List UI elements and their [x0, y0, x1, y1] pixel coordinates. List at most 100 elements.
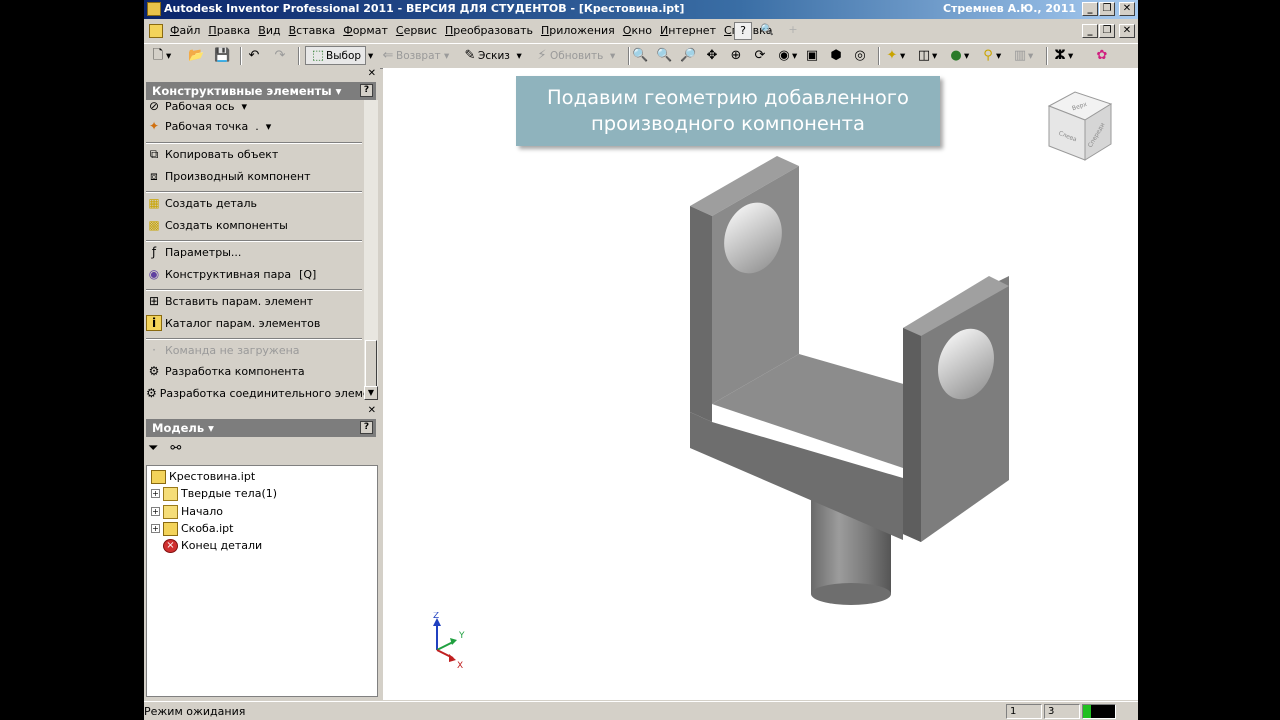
- close-window-button[interactable]: ✕: [1119, 2, 1135, 16]
- part-model[interactable]: [383, 68, 1138, 700]
- help-button[interactable]: ?: [734, 22, 752, 40]
- tree-node-1[interactable]: + Твердые тела(1): [151, 485, 277, 502]
- select-dropdown[interactable]: ▾: [368, 46, 373, 65]
- menu-item-5[interactable]: Сервис: [392, 24, 441, 37]
- menu-item-8[interactable]: Окно: [619, 24, 656, 37]
- feature-command-12[interactable]: ⚙Разработка соединительного элемента: [146, 383, 364, 400]
- open-button[interactable]: 📂: [188, 46, 204, 65]
- visual-style-icon: ✦: [886, 47, 898, 63]
- model-help-icon[interactable]: ?: [360, 421, 373, 434]
- features-panel-close-icon[interactable]: ✕: [368, 68, 376, 79]
- scroll-down-icon[interactable]: ▼: [364, 386, 378, 400]
- minimize-button[interactable]: _: [1082, 2, 1098, 16]
- feature-command-3[interactable]: ⧈ Производный компонент: [146, 166, 362, 186]
- feature-command-label: Копировать объект: [165, 147, 279, 161]
- document-icon[interactable]: [149, 24, 163, 38]
- insert-ifeature-icon: ⊞: [148, 294, 160, 308]
- visual-style-button[interactable]: ✦ ▾: [884, 46, 906, 65]
- ground-plane-button[interactable]: ⚲ ▾: [980, 46, 1001, 65]
- whats-this-icon[interactable]: 🔍: [758, 22, 776, 40]
- menu-items: Файл Правка Вид Вставка Формат Сервис Преобраз…: [166, 24, 776, 37]
- color-wheel-icon: ✿: [1096, 47, 1108, 63]
- expand-icon[interactable]: +: [151, 489, 160, 498]
- features-panel: ✕ Конструктивные элементы ▾ ? ⊘ Рабочая о…: [144, 68, 380, 402]
- redo-icon: ↷: [274, 47, 286, 63]
- filter-icon[interactable]: ⏷: [148, 441, 158, 459]
- features-scrollbar[interactable]: ▼: [364, 100, 378, 400]
- memory-indicator: [1082, 704, 1116, 719]
- feature-command-10[interactable]: · Команда не загружена: [146, 340, 362, 360]
- find-binoculars-icon[interactable]: ⚯: [170, 441, 181, 459]
- sketch-button[interactable]: ✎ Эскиз ▾: [462, 46, 522, 65]
- zoom-button[interactable]: 🔎: [680, 46, 696, 65]
- ifeature-pair-icon: ◉: [148, 267, 160, 281]
- display-style-button[interactable]: ⬢: [828, 46, 844, 65]
- zoom-selected-button[interactable]: ⊕: [728, 46, 744, 65]
- zoom-all-button[interactable]: 🔍: [632, 46, 648, 65]
- menu-item-6[interactable]: Преобразовать: [441, 24, 537, 37]
- tree-node-4[interactable]: × Конец детали: [151, 537, 262, 554]
- undo-button[interactable]: ↶: [246, 46, 262, 65]
- slice-button[interactable]: ▥ ▾: [1012, 46, 1033, 65]
- zoom-window-button[interactable]: 🔍: [656, 46, 672, 65]
- save-button[interactable]: 💾: [214, 46, 230, 65]
- new-button[interactable]: 🗋 ▾: [150, 46, 172, 65]
- orbit-button[interactable]: ⟳: [752, 46, 768, 65]
- view-face-button[interactable]: ▣: [804, 46, 820, 65]
- menu-item-1[interactable]: Правка: [204, 24, 254, 37]
- menu-item-3[interactable]: Вставка: [285, 24, 340, 37]
- feature-command-8[interactable]: ⊞ Вставить парам. элемент: [146, 291, 362, 311]
- update-button[interactable]: ⚡ Обновить ▾: [534, 46, 615, 65]
- look-at-button[interactable]: ◉ ▾: [776, 46, 797, 65]
- tree-node-3[interactable]: + Скоба.ipt: [151, 520, 233, 537]
- menu-item-7[interactable]: Приложения: [537, 24, 619, 37]
- origin-folder-icon: [163, 504, 178, 519]
- return-button[interactable]: ⇐ Возврат ▾: [380, 46, 450, 65]
- feature-command-9[interactable]: i Каталог парам. элементов: [146, 313, 362, 333]
- projection-button[interactable]: ◫ ▾: [916, 46, 937, 65]
- expand-icon[interactable]: +: [151, 524, 160, 533]
- features-help-icon[interactable]: ?: [360, 84, 373, 97]
- feature-command-0[interactable]: ⊘ Рабочая ось ▾: [146, 100, 362, 116]
- feature-dropdown-icon[interactable]: . ▾: [248, 120, 271, 133]
- lighting-button[interactable]: ● ▾: [948, 46, 969, 65]
- doc-restore-button[interactable]: ❐: [1099, 24, 1115, 38]
- doc-close-button[interactable]: ✕: [1119, 24, 1135, 38]
- feature-command-1[interactable]: ✦ Рабочая точка . ▾: [146, 116, 362, 136]
- feature-dropdown-icon[interactable]: ▾: [235, 100, 248, 113]
- tree-node-0[interactable]: Крестовина.ipt: [151, 468, 255, 485]
- redo-button[interactable]: ↷: [272, 46, 288, 65]
- status-count-1: 1: [1006, 704, 1042, 719]
- menu-item-9[interactable]: Интернет: [656, 24, 720, 37]
- navigation-wheel-button[interactable]: ⵣ ▾: [1052, 46, 1073, 65]
- menu-item-0[interactable]: Файл: [166, 24, 204, 37]
- tree-node-2[interactable]: + Начало: [151, 503, 223, 520]
- zoom-window-icon: 🔍: [656, 47, 673, 63]
- feature-shortcut: [Q]: [299, 267, 317, 281]
- pan-button[interactable]: ✥: [704, 46, 720, 65]
- end-of-part-icon: ×: [163, 538, 178, 553]
- shadows-button[interactable]: ◎: [852, 46, 868, 65]
- color-button[interactable]: ✿: [1094, 46, 1110, 65]
- feature-command-label: Рабочая точка: [165, 119, 249, 133]
- menu-item-4[interactable]: Формат: [339, 24, 392, 37]
- feature-command-6[interactable]: ƒ Параметры...: [146, 242, 362, 262]
- graphics-viewport[interactable]: Подавим геометрию добавленного производн…: [383, 68, 1138, 700]
- feature-command-11[interactable]: ⚙ Разработка компонента: [146, 361, 362, 381]
- feature-command-2[interactable]: ⧉ Копировать объект: [146, 144, 362, 164]
- save-icon: 💾: [214, 47, 231, 63]
- expand-icon[interactable]: +: [151, 507, 160, 516]
- features-panel-header[interactable]: Конструктивные элементы ▾ ?: [146, 82, 376, 100]
- restore-button[interactable]: ❐: [1099, 2, 1115, 16]
- feature-command-7[interactable]: ◉ Конструктивная пара [Q]: [146, 264, 362, 284]
- feature-command-4[interactable]: ▦ Создать деталь: [146, 193, 362, 213]
- feature-command-5[interactable]: ▩ Создать компоненты: [146, 215, 362, 235]
- select-button[interactable]: ⬚ Выбор: [305, 46, 367, 65]
- menu-item-2[interactable]: Вид: [254, 24, 284, 37]
- menu-bar: Файл Правка Вид Вставка Формат Сервис Преобраз…: [144, 20, 1138, 42]
- model-panel-header[interactable]: Модель ▾ ?: [146, 419, 376, 437]
- doc-minimize-button[interactable]: _: [1082, 24, 1098, 38]
- solid-bodies-folder-icon: [163, 486, 178, 501]
- model-panel-close-icon[interactable]: ✕: [368, 405, 376, 416]
- app-icon[interactable]: [147, 2, 161, 16]
